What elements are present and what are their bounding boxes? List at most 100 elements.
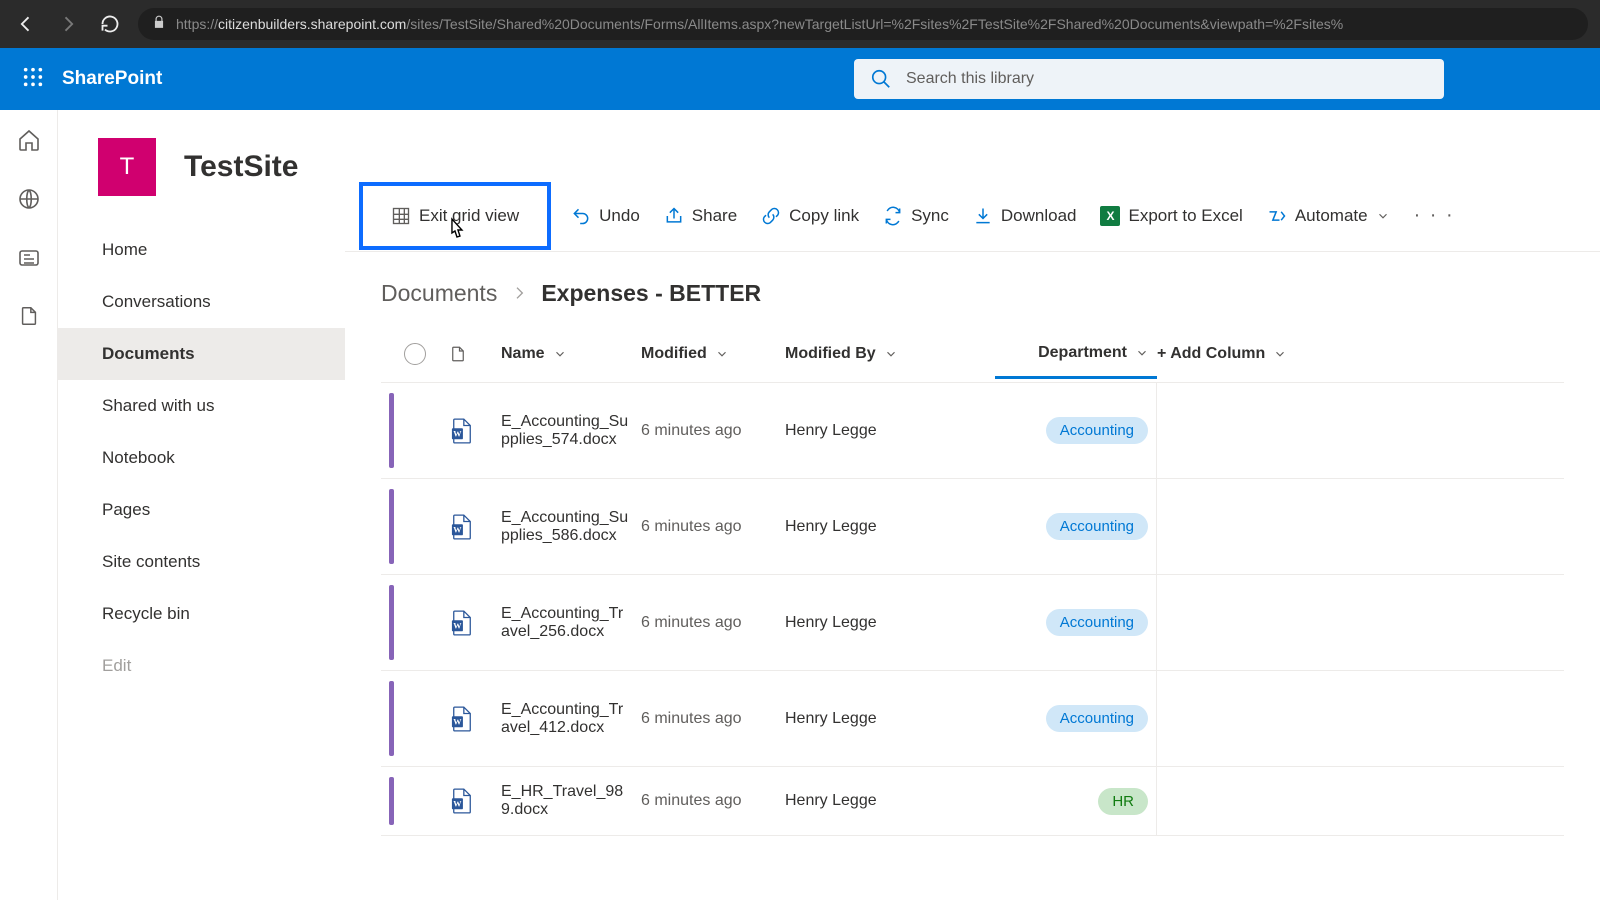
globe-icon[interactable]	[17, 187, 41, 216]
modified-by: Henry Legge	[785, 518, 995, 536]
flow-icon	[1267, 206, 1287, 226]
browser-toolbar: https://citizenbuilders.sharepoint.com/s…	[0, 0, 1600, 48]
table-row[interactable]: W E_Accounting_Travel_412.docx6 minutes a…	[381, 670, 1564, 766]
copy-link-label: Copy link	[789, 206, 859, 226]
nav-home[interactable]: Home	[58, 224, 345, 276]
file-type-icon: W	[381, 418, 501, 444]
department-cell[interactable]: Accounting	[995, 575, 1157, 670]
department-pill: HR	[1098, 788, 1148, 815]
nav-edit[interactable]: Edit	[58, 640, 345, 692]
main-content: Exit grid view Undo Share Copy link Sy	[345, 110, 1600, 900]
download-label: Download	[1001, 206, 1077, 226]
svg-text:W: W	[453, 525, 462, 534]
forward-button[interactable]	[54, 10, 82, 38]
chevron-down-icon	[1376, 209, 1390, 223]
department-cell[interactable]: Accounting	[995, 383, 1157, 478]
lock-icon	[152, 15, 166, 34]
modified-date: 6 minutes ago	[641, 518, 785, 536]
home-icon[interactable]	[17, 128, 41, 157]
export-excel-button[interactable]: X Export to Excel	[1088, 198, 1254, 234]
modified-date: 6 minutes ago	[641, 614, 785, 632]
chevron-down-icon	[1273, 347, 1287, 361]
table-row[interactable]: W E_Accounting_Supplies_586.docx6 minutes…	[381, 478, 1564, 574]
nav-recycle-bin[interactable]: Recycle bin	[58, 588, 345, 640]
left-navigation: T TestSite Home Conversations Documents …	[58, 110, 345, 900]
department-cell[interactable]: HR	[995, 767, 1157, 835]
search-icon	[870, 68, 892, 90]
file-type-icon: W	[381, 706, 501, 732]
modified-date: 6 minutes ago	[641, 710, 785, 728]
search-box[interactable]	[854, 59, 1444, 99]
download-icon	[973, 206, 993, 226]
modified-by: Henry Legge	[785, 422, 995, 440]
site-header: T TestSite	[58, 110, 345, 216]
suite-header: SharePoint	[0, 48, 1600, 110]
column-modified[interactable]: Modified	[641, 345, 785, 363]
breadcrumb-root[interactable]: Documents	[381, 280, 497, 307]
breadcrumb-current: Expenses - BETTER	[541, 280, 761, 307]
add-column-button[interactable]: + Add Column	[1157, 345, 1297, 363]
table-row[interactable]: W E_HR_Travel_989.docx6 minutes agoHenry …	[381, 766, 1564, 836]
modified-by: Henry Legge	[785, 792, 995, 810]
nav-pages[interactable]: Pages	[58, 484, 345, 536]
automate-label: Automate	[1295, 206, 1368, 226]
svg-text:W: W	[453, 429, 462, 438]
column-name[interactable]: Name	[501, 345, 641, 363]
file-table: Name Modified Modified By Department + A…	[345, 331, 1600, 836]
more-commands-button[interactable]: · · ·	[1402, 196, 1467, 235]
modified-date: 6 minutes ago	[641, 422, 785, 440]
site-title[interactable]: TestSite	[184, 150, 298, 184]
file-name[interactable]: E_Accounting_Supplies_586.docx	[501, 509, 641, 545]
back-button[interactable]	[12, 10, 40, 38]
svg-text:W: W	[453, 800, 462, 809]
modified-by: Henry Legge	[785, 710, 995, 728]
nav-site-contents[interactable]: Site contents	[58, 536, 345, 588]
reload-button[interactable]	[96, 10, 124, 38]
download-button[interactable]: Download	[961, 198, 1089, 234]
automate-button[interactable]: Automate	[1255, 198, 1402, 234]
search-input[interactable]	[906, 70, 1428, 88]
department-cell[interactable]: Accounting	[995, 671, 1157, 766]
nav-conversations[interactable]: Conversations	[58, 276, 345, 328]
share-icon	[664, 206, 684, 226]
link-icon	[761, 206, 781, 226]
table-row[interactable]: W E_Accounting_Travel_256.docx6 minutes a…	[381, 574, 1564, 670]
address-bar[interactable]: https://citizenbuilders.sharepoint.com/s…	[138, 8, 1588, 40]
sync-button[interactable]: Sync	[871, 198, 961, 234]
news-icon[interactable]	[17, 246, 41, 275]
file-icon[interactable]	[18, 305, 40, 332]
svg-text:W: W	[453, 621, 462, 630]
file-name[interactable]: E_Accounting_Travel_256.docx	[501, 605, 641, 641]
file-type-icon: W	[381, 610, 501, 636]
file-name[interactable]: E_Accounting_Travel_412.docx	[501, 701, 641, 737]
column-modified-by[interactable]: Modified By	[785, 345, 995, 363]
modified-date: 6 minutes ago	[641, 792, 785, 810]
file-type-icon: W	[381, 514, 501, 540]
nav-notebook[interactable]: Notebook	[58, 432, 345, 484]
exit-grid-view-button[interactable]: Exit grid view	[359, 182, 551, 250]
column-department[interactable]: Department	[995, 344, 1157, 362]
share-label: Share	[692, 206, 737, 226]
department-cell[interactable]: Accounting	[995, 479, 1157, 574]
file-name[interactable]: E_Accounting_Supplies_574.docx	[501, 413, 641, 449]
undo-button[interactable]: Undo	[559, 198, 652, 234]
type-column-icon[interactable]	[449, 343, 501, 365]
file-name[interactable]: E_HR_Travel_989.docx	[501, 783, 641, 819]
chevron-down-icon	[715, 347, 729, 361]
modified-by: Henry Legge	[785, 614, 995, 632]
select-all[interactable]	[381, 343, 449, 365]
app-launcher-icon[interactable]	[16, 60, 50, 99]
nav-documents[interactable]: Documents	[58, 328, 345, 380]
table-row[interactable]: W E_Accounting_Supplies_574.docx6 minutes…	[381, 382, 1564, 478]
brand-label[interactable]: SharePoint	[62, 68, 162, 90]
share-button[interactable]: Share	[652, 198, 749, 234]
cursor-icon	[444, 217, 468, 250]
chevron-down-icon	[1135, 346, 1149, 360]
svg-text:W: W	[453, 717, 462, 726]
site-logo[interactable]: T	[98, 138, 156, 196]
export-label: Export to Excel	[1128, 206, 1242, 226]
copy-link-button[interactable]: Copy link	[749, 198, 871, 234]
table-header: Name Modified Modified By Department + A…	[381, 331, 1564, 378]
department-pill: Accounting	[1046, 705, 1148, 732]
nav-shared[interactable]: Shared with us	[58, 380, 345, 432]
